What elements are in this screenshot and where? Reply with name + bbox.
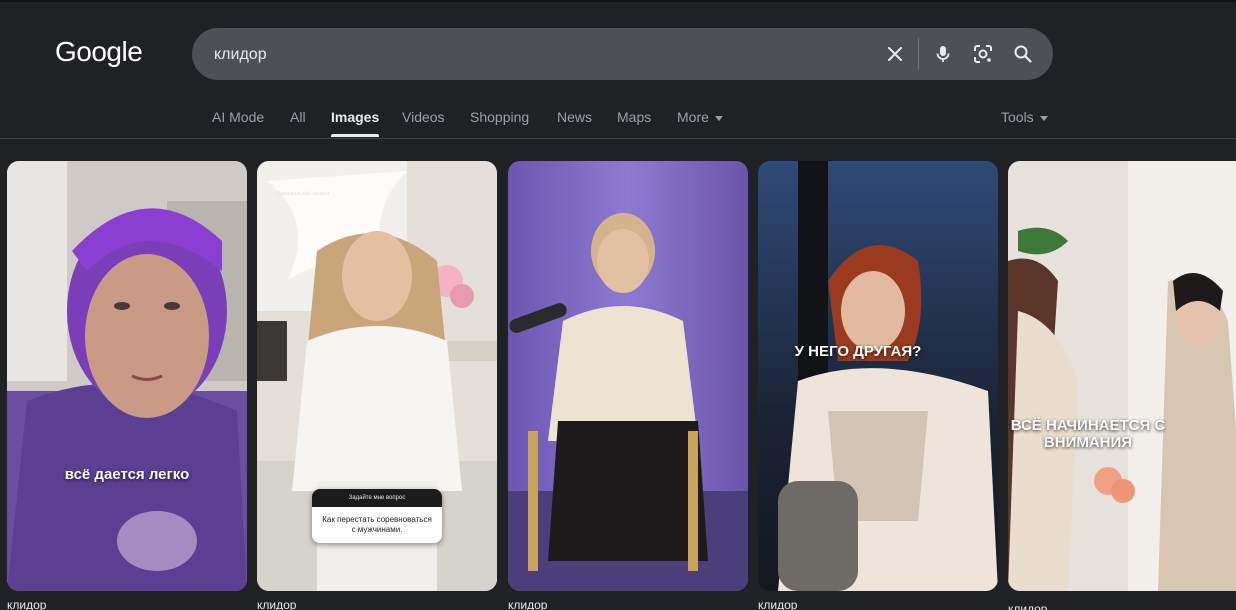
result-thumbnail[interactable]: ВСЁ НАЧИНАЕТСЯ С ВНИМАНИЯ [1008,161,1236,591]
result-source[interactable]: клидор [758,598,797,610]
overlay-caption: ВСЁ НАЧИНАЕТСЯ С ВНИМАНИЯ [1010,417,1166,451]
header-divider [0,138,1236,139]
image-result[interactable]: Официальный аккаунт Задайте мне вопрос К… [257,161,497,610]
result-source[interactable]: клидор [508,598,547,610]
result-thumbnail[interactable]: всё дается легко [7,161,247,591]
search-box[interactable] [192,28,1053,80]
image-result[interactable]: У НЕГО ДРУГАЯ? клидор [758,161,998,610]
question-sticker: Задайте мне вопрос Как перестать соревно… [312,489,442,543]
overlay-caption: У НЕГО ДРУГАЯ? [794,343,922,360]
tab-all[interactable]: All [290,107,306,137]
clear-icon [888,47,902,61]
tab-news[interactable]: News [557,107,592,137]
tab-shopping[interactable]: Shopping [470,107,529,137]
result-thumbnail[interactable]: Официальный аккаунт Задайте мне вопрос К… [257,161,497,591]
result-thumbnail[interactable]: У НЕГО ДРУГАЯ? [758,161,998,591]
caret-down-icon [714,115,723,121]
thumbnail-image [1008,161,1236,591]
top-border [0,0,1236,2]
search-button[interactable] [1009,40,1037,68]
thumbnail-image [7,161,247,591]
image-result[interactable]: клидор [508,161,748,610]
tab-maps[interactable]: Maps [617,107,651,137]
search-results-page: Google клидор AI Mode All Images Videos … [0,0,1236,610]
image-result[interactable]: всё дается легко клидор [7,161,247,610]
thumbnail-image [508,161,748,591]
tab-more[interactable]: More [677,107,723,137]
image-search-button[interactable] [969,40,997,68]
active-tab-indicator [331,134,380,137]
lens-icon [974,45,992,63]
result-source[interactable]: клидор [257,598,296,610]
question-sticker-text: Как перестать соревноваться с мужчинами. [312,507,442,543]
mic-icon [936,46,950,62]
tools-button[interactable]: Tools [1001,107,1048,127]
tab-images[interactable]: Images [331,107,380,137]
clear-button[interactable] [881,40,909,68]
result-source[interactable]: клидор [7,598,46,610]
search-input[interactable] [212,42,876,68]
overlay-caption: всё дается легко [64,466,190,483]
google-logo[interactable]: Google [55,36,143,68]
image-result[interactable]: ВСЁ НАЧИНАЕТСЯ С ВНИМАНИЯ клидор [1008,161,1236,610]
source-watermark: Официальный аккаунт [277,191,330,197]
thumbnail-image [758,161,998,591]
tab-videos[interactable]: Videos [402,107,445,137]
caret-down-icon [1039,115,1048,121]
question-sticker-title: Задайте мне вопрос [312,489,442,507]
tab-ai-mode[interactable]: AI Mode [212,107,264,137]
search-divider [918,38,919,70]
result-thumbnail[interactable] [508,161,748,591]
voice-search-button[interactable] [929,40,957,68]
result-source[interactable]: клидор [1008,602,1047,610]
search-icon [1014,45,1032,63]
